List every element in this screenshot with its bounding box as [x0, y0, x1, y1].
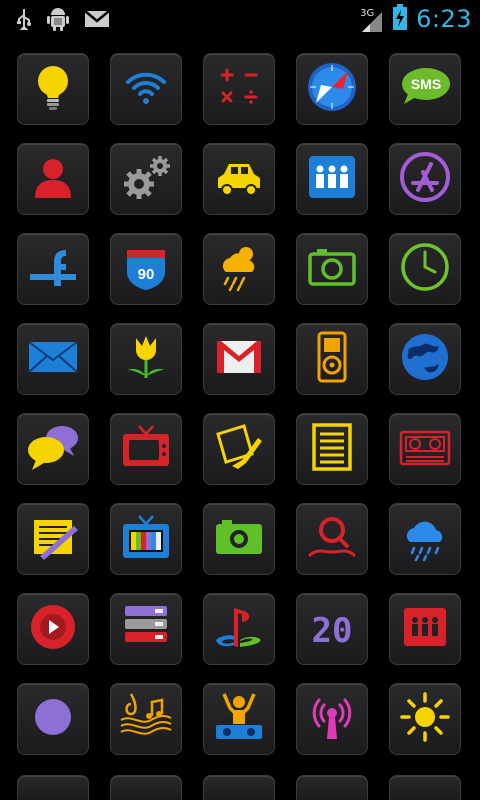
digital-20-icon: 20	[305, 600, 359, 658]
partial-tile[interactable]	[389, 775, 461, 800]
tulip-icon	[119, 330, 173, 388]
highway-tile[interactable]: 90	[110, 233, 182, 305]
lightbulb-tile[interactable]	[17, 53, 89, 125]
notepad-pencil-icon	[26, 510, 80, 568]
playstation-tile[interactable]	[203, 593, 275, 665]
settings-tile[interactable]	[110, 143, 182, 215]
camera-icon	[305, 240, 359, 298]
network-type: 3G	[360, 8, 375, 19]
elevator-people-icon	[398, 600, 452, 658]
tv-tile[interactable]	[110, 413, 182, 485]
people-group-icon	[305, 150, 359, 208]
gmail-tile[interactable]	[203, 323, 275, 395]
notepad-tile[interactable]	[17, 503, 89, 575]
photo-camera-icon	[212, 510, 266, 568]
partial-row	[17, 775, 461, 800]
photo-edit-icon	[212, 420, 266, 478]
taxi-icon	[212, 150, 266, 208]
compass-tile[interactable]	[296, 53, 368, 125]
chat-tile[interactable]	[17, 413, 89, 485]
rain-cloud-tile[interactable]	[389, 503, 461, 575]
app-store-icon	[398, 150, 452, 208]
clock-time: 6:23	[416, 5, 472, 33]
music-notes-tile[interactable]	[110, 683, 182, 755]
contacts-tile[interactable]	[17, 143, 89, 215]
digits-label: 20	[312, 611, 353, 651]
partial-tile[interactable]	[110, 775, 182, 800]
settings-gears-icon	[119, 150, 173, 208]
signal-icon: 3G	[358, 4, 384, 34]
sms-label: SMS	[411, 76, 441, 92]
gmail-notification-icon	[84, 9, 110, 33]
people-group-tile[interactable]	[296, 143, 368, 215]
taxi-tile[interactable]	[203, 143, 275, 215]
play-button-icon	[26, 600, 80, 658]
broadcast-icon	[305, 690, 359, 748]
app-store-tile[interactable]	[389, 143, 461, 215]
icon-grid: SMS 90 20	[17, 53, 467, 755]
dj-icon	[212, 690, 266, 748]
color-tv-tile[interactable]	[110, 503, 182, 575]
ipod-tile[interactable]	[296, 323, 368, 395]
battery-charging-icon	[392, 3, 408, 35]
photo-camera-tile[interactable]	[203, 503, 275, 575]
sun-tile[interactable]	[389, 683, 461, 755]
sun-icon	[398, 690, 452, 748]
tape-player-tile[interactable]	[389, 413, 461, 485]
ipod-icon	[305, 330, 359, 388]
weather-rain-sun-icon	[212, 240, 266, 298]
digital-20-tile[interactable]: 20	[296, 593, 368, 665]
globe-tile[interactable]	[389, 323, 461, 395]
notes-icon	[305, 420, 359, 478]
chat-bubbles-icon	[26, 420, 80, 478]
tulip-tile[interactable]	[110, 323, 182, 395]
search-map-tile[interactable]	[296, 503, 368, 575]
mail-tile[interactable]	[17, 323, 89, 395]
stacked-drives-icon	[119, 600, 173, 658]
elevator-tile[interactable]	[389, 593, 461, 665]
purple-dot-tile[interactable]	[17, 683, 89, 755]
photo-edit-tile[interactable]	[203, 413, 275, 485]
purple-dot-icon	[26, 690, 80, 748]
globe-icon	[398, 330, 452, 388]
tape-player-icon	[398, 420, 452, 478]
facebook-tile[interactable]	[17, 233, 89, 305]
rain-cloud-icon	[398, 510, 452, 568]
tv-icon	[119, 420, 173, 478]
usb-icon	[16, 7, 32, 35]
camera-tile[interactable]	[296, 233, 368, 305]
broadcast-tile[interactable]	[296, 683, 368, 755]
calculator-icon	[212, 60, 266, 118]
notes-tile[interactable]	[296, 413, 368, 485]
calculator-tile[interactable]	[203, 53, 275, 125]
stacked-drives-tile[interactable]	[110, 593, 182, 665]
android-debug-icon	[46, 6, 70, 36]
search-map-icon	[305, 510, 359, 568]
lightbulb-icon	[26, 60, 80, 118]
wifi-tile[interactable]	[110, 53, 182, 125]
mail-icon	[26, 330, 80, 388]
wifi-icon	[119, 60, 173, 118]
compass-icon	[305, 60, 359, 118]
partial-tile[interactable]	[203, 775, 275, 800]
facebook-icon	[26, 240, 80, 298]
partial-tile[interactable]	[296, 775, 368, 800]
contacts-icon	[26, 150, 80, 208]
status-bar: 3G 6:23	[0, 0, 480, 38]
sms-icon: SMS	[398, 60, 452, 118]
partial-tile[interactable]	[17, 775, 89, 800]
clock-icon	[398, 240, 452, 298]
playstation-icon	[212, 600, 266, 658]
dj-tile[interactable]	[203, 683, 275, 755]
highway-90-icon: 90	[119, 240, 173, 298]
play-tile[interactable]	[17, 593, 89, 665]
gmail-icon	[212, 330, 266, 388]
music-notes-icon	[119, 690, 173, 748]
sms-tile[interactable]: SMS	[389, 53, 461, 125]
clock-tile[interactable]	[389, 233, 461, 305]
highway-label: 90	[138, 266, 155, 283]
weather-tile[interactable]	[203, 233, 275, 305]
color-tv-icon	[119, 510, 173, 568]
